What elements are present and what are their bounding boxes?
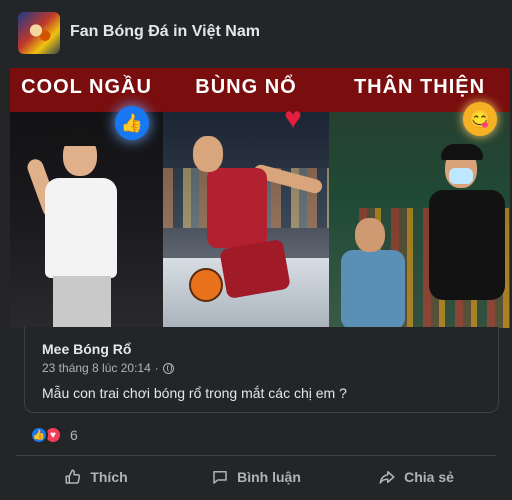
shared-post-text: Mẫu con trai chơi bóng rổ trong mắt các … <box>42 385 347 401</box>
divider <box>16 455 496 456</box>
basketball-icon <box>189 268 223 302</box>
share-button-label: Chia sẻ <box>404 469 454 485</box>
thumbs-up-icon <box>65 469 81 484</box>
shared-post[interactable]: Mee Bóng Rổ 23 tháng 8 lúc 20:14 · Mẫu c… <box>24 327 499 413</box>
meta-separator: · <box>154 361 159 375</box>
like-reaction-icon: 👍 <box>30 426 48 444</box>
comment-button-label: Bình luận <box>237 469 301 485</box>
action-bar: Thích Bình luận Chia sẻ <box>16 458 496 496</box>
comment-icon <box>213 471 227 484</box>
shared-post-timestamp[interactable]: 23 tháng 8 lúc 20:14 <box>42 361 151 375</box>
reaction-summary[interactable]: 👍 ♥ 6 <box>30 425 78 445</box>
post-image[interactable]: COOL NGẦU 👍 BÙNG NỔ ♥ THÂN THIỆN 😋 <box>10 68 510 328</box>
like-icon: 👍 <box>115 106 149 140</box>
reaction-count: 6 <box>70 427 78 443</box>
share-icon <box>379 471 395 484</box>
post-card: Fan Bóng Đá in Việt Nam COOL NGẦU 👍 BÙNG… <box>0 0 512 500</box>
haha-icon: 😋 <box>463 102 497 136</box>
panel-title: COOL NGẦU <box>21 76 152 98</box>
comment-button[interactable]: Bình luận <box>176 458 336 496</box>
shared-post-meta: 23 tháng 8 lúc 20:14 · <box>42 361 174 375</box>
seller-illustration <box>337 218 407 328</box>
group-avatar[interactable] <box>18 12 60 54</box>
person-illustration <box>25 128 125 328</box>
panel-title: BÙNG NỔ <box>195 76 297 98</box>
share-button[interactable]: Chia sẻ <box>336 458 496 496</box>
panel-title: THÂN THIỆN <box>353 76 486 98</box>
heart-icon: ♥ <box>284 102 302 135</box>
image-panel-explosive: BÙNG NỔ ♥ <box>163 68 329 328</box>
like-button[interactable]: Thích <box>16 458 176 496</box>
basketball-player-illustration <box>183 128 324 328</box>
globe-icon <box>162 362 174 374</box>
person-illustration <box>419 138 509 328</box>
image-panel-friendly: THÂN THIỆN 😋 <box>329 68 510 328</box>
like-button-label: Thích <box>90 469 128 485</box>
post-header: Fan Bóng Đá in Việt Nam <box>0 0 512 68</box>
group-name[interactable]: Fan Bóng Đá in Việt Nam <box>70 23 260 41</box>
image-panel-cool: COOL NGẦU 👍 <box>10 68 163 328</box>
shared-post-author[interactable]: Mee Bóng Rổ <box>42 341 131 357</box>
